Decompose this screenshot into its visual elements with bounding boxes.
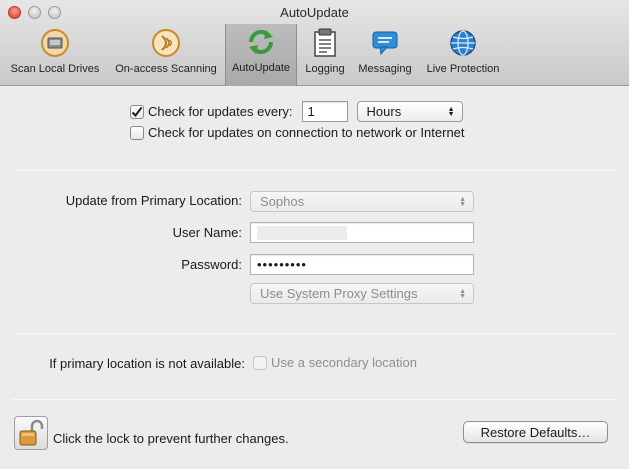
primary-location-value: Sophos — [260, 194, 305, 209]
toolbar-item-autoupdate[interactable]: AutoUpdate — [225, 24, 297, 86]
password-field[interactable]: ••••••••• — [250, 254, 474, 275]
interval-value-input[interactable]: 1 — [301, 101, 348, 122]
lock-button[interactable] — [14, 416, 48, 450]
secondary-location-row: Use a secondary location — [253, 355, 417, 370]
check-on-connection-row: Check for updates on connection to netwo… — [130, 125, 465, 140]
autoupdate-icon — [244, 25, 278, 59]
toolbar-item-label: Live Protection — [426, 63, 500, 75]
check-on-connection-label: Check for updates on connection to netwo… — [148, 125, 465, 140]
toolbar-item-label: Messaging — [358, 63, 412, 75]
logging-icon — [308, 26, 342, 60]
unlocked-padlock-icon — [19, 419, 44, 446]
check-every-checkbox[interactable] — [130, 104, 144, 119]
toolbar-item-messaging[interactable]: Messaging — [353, 25, 417, 85]
window-title: AutoUpdate — [280, 5, 349, 20]
username-redacted — [257, 225, 347, 240]
primary-location-select[interactable]: Sophos ▲ ▼ — [250, 191, 474, 212]
autoupdate-window: AutoUpdate Scan Local Drives On-access S… — [0, 0, 629, 469]
toolbar-item-on-access-scanning[interactable]: On-access Scanning — [109, 25, 223, 85]
secondary-location-label: If primary location is not available: — [49, 356, 245, 371]
updown-arrows-icon: ▲ ▼ — [459, 195, 466, 208]
check-on-connection-checkbox[interactable] — [130, 125, 144, 140]
interval-unit-value: Hours — [366, 104, 402, 119]
toolbar-item-label: Logging — [305, 63, 345, 75]
primary-location-label: Update from Primary Location: — [65, 193, 242, 208]
checkmark-icon — [131, 106, 143, 117]
check-every-row: Check for updates every: 1 Hours ▲ ▼ — [130, 101, 463, 122]
updown-arrows-icon: ▲ ▼ — [459, 287, 466, 300]
username-field[interactable] — [250, 222, 474, 243]
updown-arrows-icon: ▲ ▼ — [447, 105, 455, 118]
toolbar-item-scan-local-drives[interactable]: Scan Local Drives — [4, 25, 106, 85]
on-access-scan-icon — [149, 26, 183, 60]
toolbar-item-logging[interactable]: Logging — [298, 25, 352, 85]
toolbar-item-label: Scan Local Drives — [10, 63, 100, 75]
password-label: Password: — [181, 257, 242, 272]
section-divider — [12, 170, 616, 171]
interval-unit-select[interactable]: Hours ▲ ▼ — [356, 101, 463, 122]
section-divider — [12, 399, 616, 400]
username-label: User Name: — [172, 225, 242, 240]
secondary-location-checkbox[interactable] — [253, 355, 267, 370]
section-divider — [12, 333, 616, 334]
lock-hint-text: Click the lock to prevent further change… — [53, 431, 289, 446]
secondary-location-checkbox-label: Use a secondary location — [271, 355, 417, 370]
restore-defaults-button[interactable]: Restore Defaults… — [463, 421, 608, 443]
globe-icon — [446, 26, 480, 60]
check-every-label: Check for updates every: — [148, 104, 293, 119]
toolbar: AutoUpdate Scan Local Drives On-access S… — [0, 0, 629, 86]
hard-drive-icon — [38, 26, 72, 60]
toolbar-item-label: AutoUpdate — [231, 62, 291, 74]
toolbar-item-live-protection[interactable]: Live Protection — [420, 25, 506, 85]
messaging-icon — [368, 26, 402, 60]
toolbar-item-label: On-access Scanning — [115, 63, 217, 75]
proxy-settings-select[interactable]: Use System Proxy Settings ▲ ▼ — [250, 283, 474, 304]
proxy-settings-value: Use System Proxy Settings — [260, 286, 418, 301]
